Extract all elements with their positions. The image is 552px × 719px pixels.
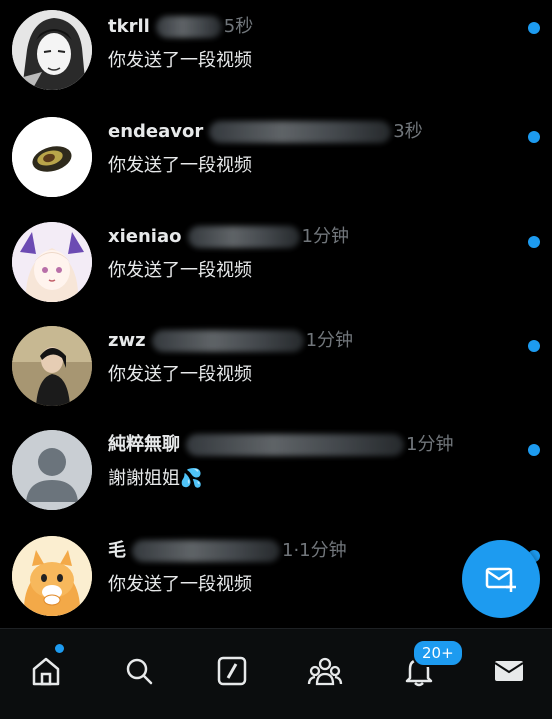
name-line: endeavor 3秒 xyxy=(108,117,423,147)
unread-dot xyxy=(528,22,540,34)
notifications-badge: 20+ xyxy=(412,639,464,667)
avatar[interactable] xyxy=(12,117,92,197)
unread-dot xyxy=(528,236,540,248)
avocado-image xyxy=(12,117,92,197)
cartoon-cat-image xyxy=(12,536,92,616)
conversation-item[interactable]: zwz 1分钟 你发送了一段视频 xyxy=(0,326,552,430)
tab-spaces[interactable] xyxy=(208,647,256,695)
compose-message-icon xyxy=(485,567,516,592)
name-line: zwz 1分钟 xyxy=(108,326,353,356)
unread-dot xyxy=(528,131,540,143)
manga-portrait-image xyxy=(12,10,92,90)
tab-messages[interactable] xyxy=(485,647,533,695)
sender-name: zwz xyxy=(108,330,146,351)
avatar[interactable] xyxy=(12,222,92,302)
messages-icon xyxy=(494,661,524,681)
conversation-item[interactable]: endeavor 3秒 你发送了一段视频 xyxy=(0,117,552,221)
home-notification-dot xyxy=(55,644,64,653)
name-line: xieniao 1分钟 xyxy=(108,222,349,252)
redacted-handle xyxy=(209,121,392,143)
name-line: 純粹無聊 1分钟 xyxy=(108,430,453,460)
redacted-handle xyxy=(132,540,280,562)
new-message-button[interactable] xyxy=(462,540,540,618)
person-photo-image xyxy=(12,326,92,406)
bottom-tab-bar: 20+ xyxy=(0,628,552,719)
message-preview: 你发送了一段视频 xyxy=(108,50,252,71)
conversation-item[interactable]: xieniao 1分钟 你发送了一段视频 xyxy=(0,222,552,326)
name-line: tkrll 5秒 xyxy=(108,12,253,42)
timestamp: 5秒 xyxy=(223,16,254,37)
timestamp: 1分钟 xyxy=(305,330,354,351)
message-preview: 你发送了一段视频 xyxy=(108,574,252,595)
name-line: 毛 1·1分钟 xyxy=(108,536,347,566)
conversation-item[interactable]: tkrll 5秒 你发送了一段视频 xyxy=(0,10,552,116)
sender-name: endeavor xyxy=(108,121,204,142)
anime-girl-image xyxy=(12,222,92,302)
timestamp: 1分钟 xyxy=(301,226,349,247)
unread-dot xyxy=(528,340,540,352)
redacted-handle xyxy=(151,330,304,352)
avatar[interactable] xyxy=(12,326,92,406)
avatar[interactable] xyxy=(12,10,92,90)
avatar[interactable] xyxy=(12,430,92,510)
message-preview: 謝謝姐姐💦 xyxy=(108,468,203,489)
sender-name: 毛 xyxy=(108,540,126,561)
unread-dot xyxy=(528,444,540,456)
message-preview: 你发送了一段视频 xyxy=(108,155,252,176)
timestamp: 1分钟 xyxy=(406,434,454,455)
spaces-icon xyxy=(217,656,247,686)
redacted-handle xyxy=(187,226,300,248)
tab-home[interactable] xyxy=(22,647,70,695)
timestamp: 1·1分钟 xyxy=(282,540,347,561)
tab-search[interactable] xyxy=(115,647,163,695)
sender-name: tkrll xyxy=(108,16,150,37)
sender-name: 純粹無聊 xyxy=(108,434,180,455)
timestamp: 3秒 xyxy=(393,121,423,142)
default-avatar-icon xyxy=(12,430,92,510)
home-icon xyxy=(32,657,60,686)
search-icon xyxy=(126,658,153,685)
tab-communities[interactable] xyxy=(301,647,349,695)
message-preview: 你发送了一段视频 xyxy=(108,260,252,281)
message-preview: 你发送了一段视频 xyxy=(108,364,252,385)
sender-name: xieniao xyxy=(108,226,182,247)
avatar[interactable] xyxy=(12,536,92,616)
communities-icon xyxy=(307,657,343,686)
conversation-item[interactable]: 純粹無聊 1分钟 謝謝姐姐💦 xyxy=(0,430,552,534)
redacted-handle xyxy=(155,16,222,38)
redacted-handle xyxy=(186,434,404,456)
